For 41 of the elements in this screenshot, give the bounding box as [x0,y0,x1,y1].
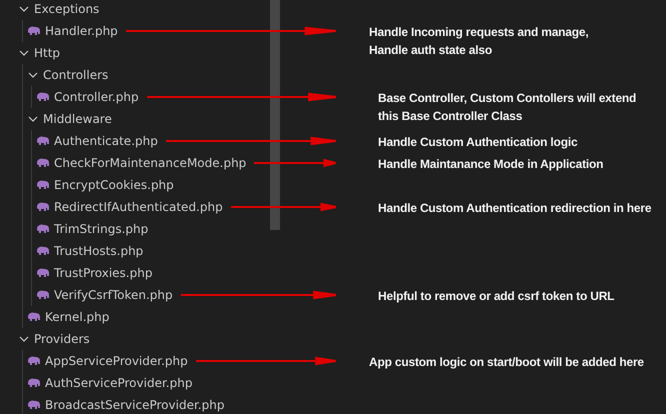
annotation-text: Base Controller, Custom Contollers will extend this Base Controller Class [378,90,636,125]
file-label[interactable]: AppServiceProvider.php [45,354,188,368]
elephant-icon [27,378,41,388]
file-label[interactable]: TrimStrings.php [54,222,148,236]
elephant-icon [36,290,50,300]
file-label[interactable]: TrustHosts.php [54,244,144,258]
elephant-icon [36,246,50,256]
file-label[interactable]: BroadcastServiceProvider.php [45,398,224,412]
elephant-icon [36,180,50,190]
folder-label[interactable]: Exceptions [34,2,100,16]
annotation-text: Helpful to remove or add csrf token to URL [378,288,614,305]
elephant-icon [36,224,50,234]
file-label[interactable]: VerifyCsrfToken.php [54,288,173,302]
annotation-text: Handle Custom Authentication redirection in here [378,200,652,217]
annotation-text: App custom logic on start/boot will be added here [369,354,644,371]
file-label[interactable]: Authenticate.php [54,134,158,148]
file-label[interactable]: Handler.php [45,24,118,38]
annotation-text: Handle Maintanance Mode in Application [378,156,604,173]
folder-label[interactable]: Http [34,46,60,60]
file-label[interactable]: RedirectIfAuthenticated.php [54,200,223,214]
elephant-icon [36,158,50,168]
elephant-icon [27,312,41,322]
folder-label[interactable]: Middleware [43,112,112,126]
elephant-icon [27,400,41,410]
annotation-text: Handle Custom Authentication logic [378,134,578,151]
elephant-icon [27,356,41,366]
file-label[interactable]: Controller.php [54,90,139,104]
elephant-icon [36,268,50,278]
folder-label[interactable]: Controllers [43,68,108,82]
file-label[interactable]: AuthServiceProvider.php [45,376,192,390]
annotation-text: Handle Incoming requests and manage, Handle auth state also [369,24,589,59]
file-label[interactable]: Kernel.php [45,310,110,324]
file-label[interactable]: EncryptCookies.php [54,178,174,192]
elephant-icon [36,136,50,146]
elephant-icon [27,26,41,36]
elephant-icon [36,202,50,212]
folder-label[interactable]: Providers [34,332,90,346]
file-label[interactable]: TrustProxies.php [54,266,152,280]
elephant-icon [36,92,50,102]
file-label[interactable]: CheckForMaintenanceMode.php [54,156,246,170]
scrollbar-thumb[interactable] [270,0,280,230]
